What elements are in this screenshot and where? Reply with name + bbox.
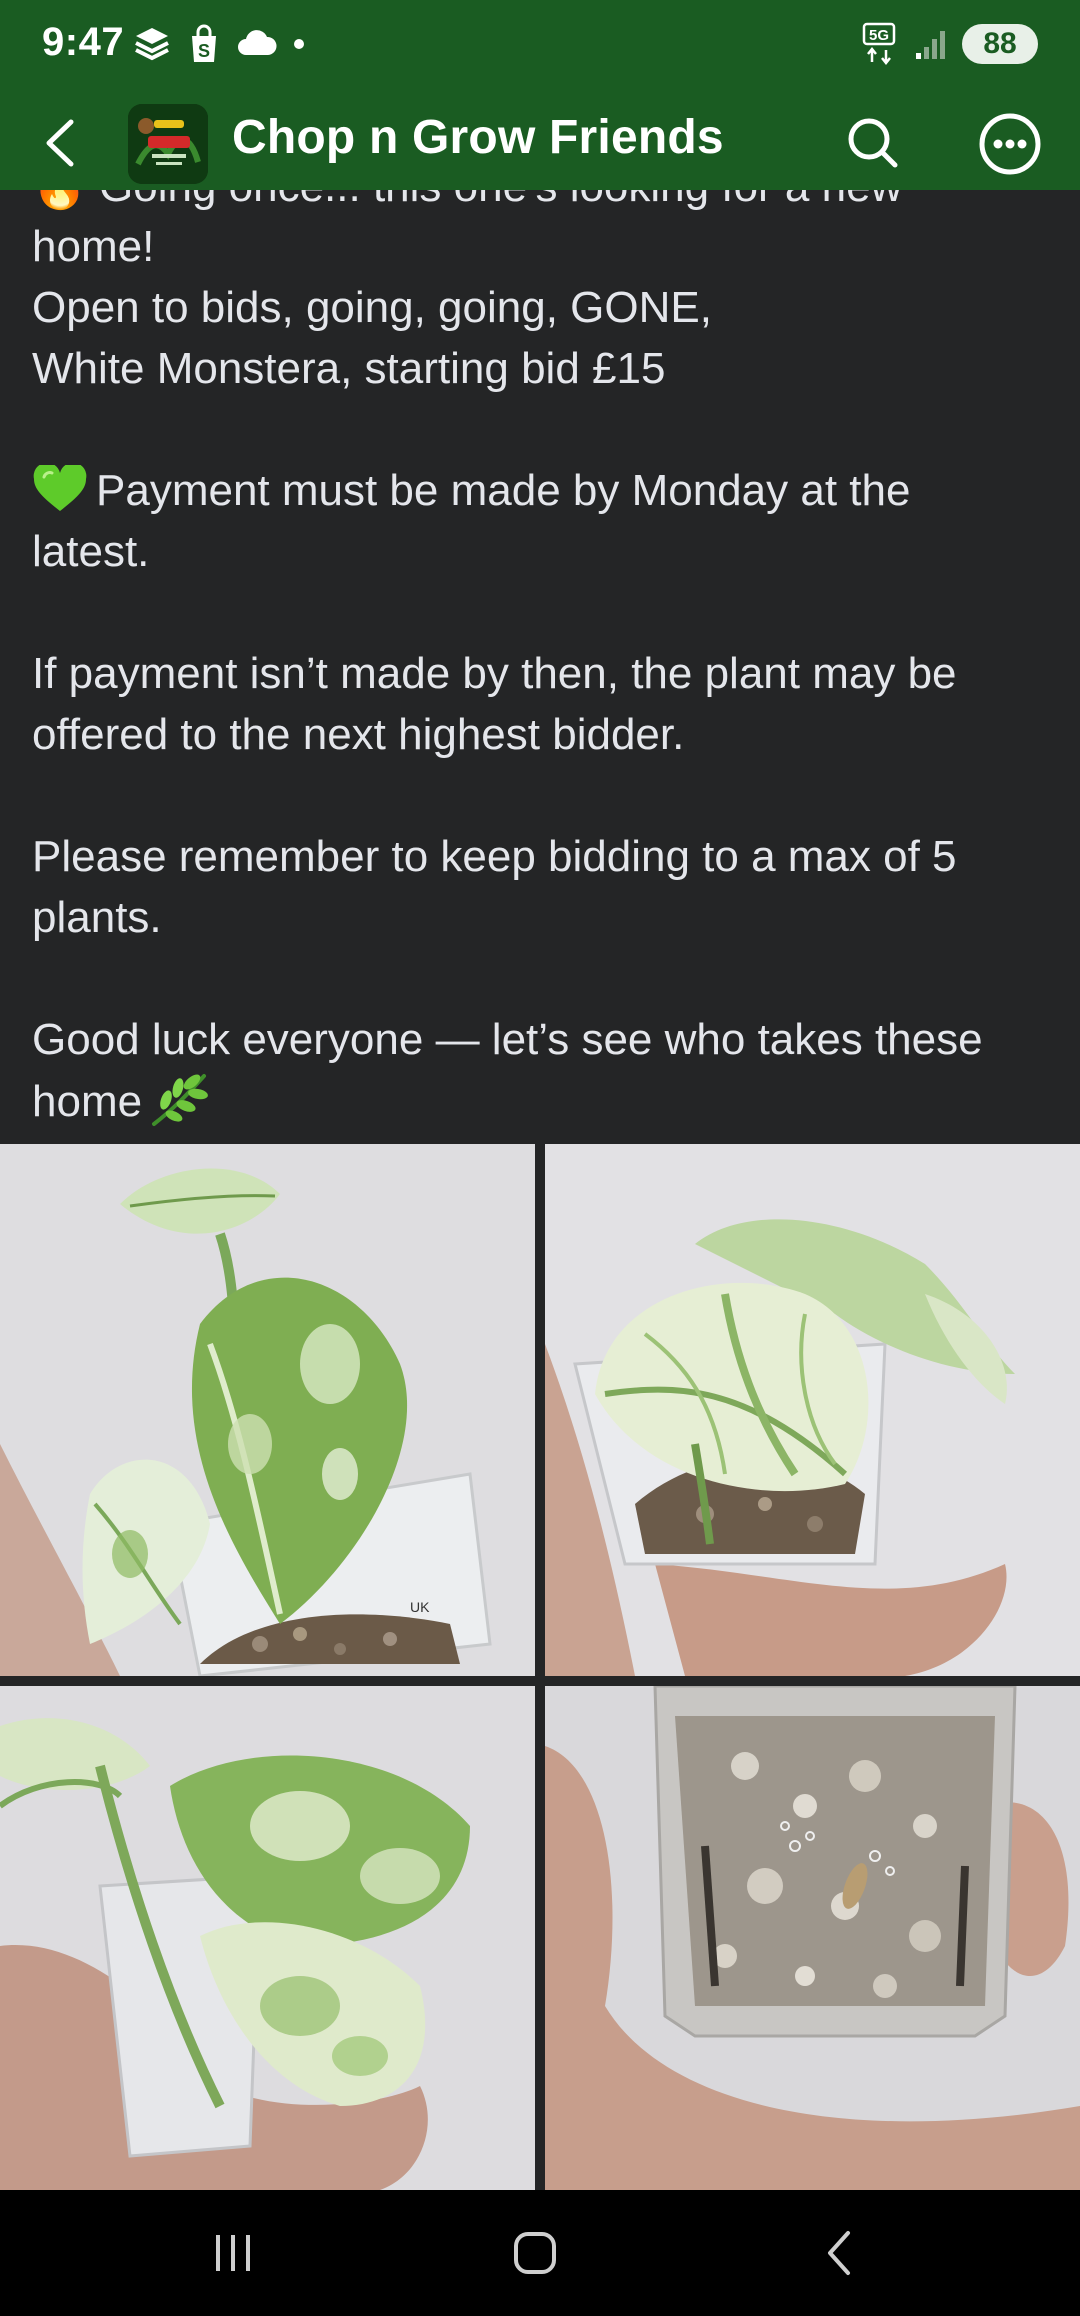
payment-paragraph: Payment must be made by Monday at the [32,460,1052,521]
post-photo-1[interactable]: UK [0,1144,535,1676]
herb-icon [152,1074,208,1126]
more-options-button[interactable] [974,108,1046,180]
group-avatar[interactable] [128,104,208,184]
post-line: Open to bids, going, going, GONE, [32,283,712,332]
pot-roots-photo [545,1686,1080,2190]
back-icon [828,2231,850,2275]
post-photo-2[interactable] [545,1144,1080,1676]
group-header: Chop n Grow Friends [0,96,1080,190]
offer-line2: offered to the next highest bidder. [32,710,685,759]
battery-indicator: 88 [962,24,1038,64]
svg-text:UK: UK [410,1599,430,1615]
status-time: 9:47 [42,20,125,64]
luck-line1: Good luck everyone — let’s see who takes… [32,1015,983,1064]
variegated-monstera-photo: UK [0,1144,535,1676]
post-line: home! [32,222,155,271]
max-line1: Please remember to keep bidding to a max… [32,832,957,881]
post-body: home! Open to bids, going, going, GONE, … [32,190,1052,1132]
payment-line1: Payment must be made by Monday at the [96,466,911,515]
variegated-monstera-photo [545,1144,1080,1676]
svg-text:S: S [198,41,210,61]
search-button[interactable] [838,108,908,178]
svg-text:5G: 5G [869,27,889,44]
shopping-bag-icon: S [192,24,216,62]
recents-button[interactable] [188,2218,278,2288]
back-button[interactable] [30,112,92,174]
network-5g-icon: 5G [862,22,896,66]
variegated-monstera-photo [0,1686,535,2190]
notification-icons: S [132,24,306,64]
group-title[interactable]: Chop n Grow Friends [232,110,724,165]
system-navigation-bar [0,2190,1080,2316]
dot-icon [294,39,304,49]
home-icon [514,2232,556,2274]
recents-icon [216,2235,250,2271]
green-heart-icon [33,465,87,511]
status-bar: 9:47 S 5G 88 [0,0,1080,96]
system-status-icons: 5G 88 [860,22,1038,66]
chevron-left-icon [46,119,74,167]
more-horizontal-icon [979,113,1041,175]
system-back-button[interactable] [794,2218,884,2288]
group-logo-icon [128,104,208,184]
post-line: White Monstera, starting bid £15 [32,344,666,393]
home-button[interactable] [490,2218,580,2288]
cloud-icon [238,30,277,55]
luck-paragraph-end: home [32,1070,1052,1132]
max-line2: plants. [32,893,162,942]
post-photo-3[interactable] [0,1686,535,2190]
post-photo-4[interactable] [545,1686,1080,2190]
offer-line1: If payment isn’t made by then, the plant… [32,649,957,698]
stack-app-icon [135,28,169,61]
screen: 9:47 S 5G 88 Chop n Grow Friends home! O… [0,0,1080,2316]
luck-line2: home [32,1077,143,1126]
signal-icon [916,31,945,59]
search-icon [848,118,898,168]
payment-line2: latest. [32,527,150,576]
